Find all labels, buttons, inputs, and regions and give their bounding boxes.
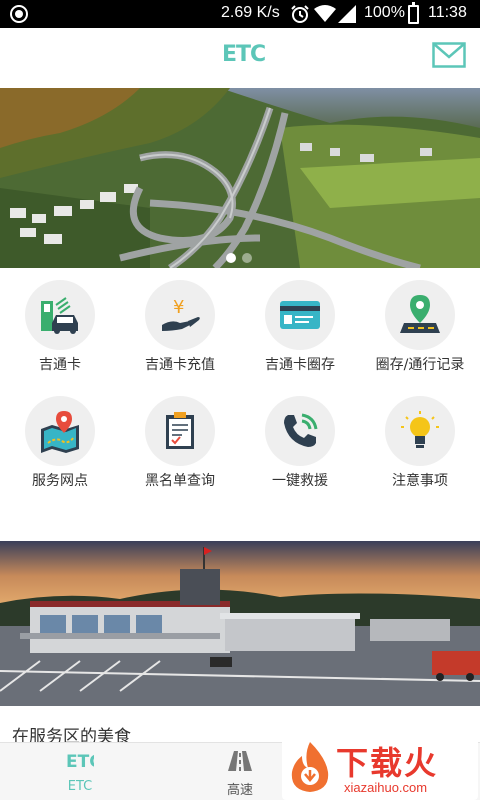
tile-icon-bg bbox=[265, 396, 335, 466]
clock: 11:38 bbox=[428, 4, 467, 21]
tile-label: 注意事项 bbox=[392, 473, 448, 489]
flame-logo-icon bbox=[291, 742, 329, 792]
banner-carousel[interactable] bbox=[0, 88, 480, 268]
map-pin-road-icon bbox=[400, 295, 440, 333]
mail-icon[interactable] bbox=[432, 42, 466, 68]
tile-service-outlets[interactable]: 服务网点 bbox=[0, 384, 120, 499]
watermark-url: xiazaihuo.com bbox=[344, 780, 428, 795]
tile-icon-bg bbox=[25, 396, 95, 466]
tile-label: 一键救援 bbox=[272, 473, 328, 489]
battery-percent: 100% bbox=[364, 4, 405, 21]
alarm-icon bbox=[291, 5, 309, 23]
yen-hand-icon: ¥ bbox=[162, 297, 200, 331]
tile-icon-bg: ¥ bbox=[145, 280, 215, 350]
watermark: 下载火 xiazaihuo.com bbox=[282, 734, 478, 800]
etc-tab-icon: ETC bbox=[66, 752, 94, 772]
highway-road-icon bbox=[228, 751, 252, 771]
tile-icon-bg bbox=[265, 280, 335, 350]
tile-jitong-card[interactable]: 吉通卡 bbox=[0, 268, 120, 383]
svg-text:ETC: ETC bbox=[66, 752, 94, 772]
phone-call-icon bbox=[284, 413, 318, 447]
etc-car-icon bbox=[41, 297, 78, 334]
tile-card-recharge[interactable]: ¥ 吉通卡充值 bbox=[120, 268, 240, 383]
tile-label: 吉通卡圈存 bbox=[265, 357, 335, 373]
carousel-indicator bbox=[226, 248, 258, 267]
highway-interchange-image bbox=[0, 88, 480, 268]
tile-one-click-rescue[interactable]: 一键救援 bbox=[240, 384, 360, 499]
watermark-text: 下载火 bbox=[336, 744, 439, 782]
tile-blacklist-query[interactable]: 黑名单查询 bbox=[120, 384, 240, 499]
tab-etc[interactable]: ETC ETC bbox=[20, 743, 140, 800]
tile-icon-bg bbox=[145, 396, 215, 466]
etc-logo: ETC bbox=[222, 42, 266, 67]
wifi-icon bbox=[314, 5, 336, 22]
lightbulb-icon bbox=[401, 411, 439, 448]
tile-label: 圈存/通行记录 bbox=[375, 357, 465, 373]
tile-icon-bg bbox=[385, 396, 455, 466]
carousel-dot[interactable] bbox=[242, 253, 252, 263]
tile-label: 吉通卡 bbox=[39, 357, 81, 373]
tile-notices[interactable]: 注意事项 bbox=[360, 384, 480, 499]
carousel-dot-active[interactable] bbox=[226, 253, 236, 263]
tile-card-load[interactable]: 吉通卡圈存 bbox=[240, 268, 360, 383]
battery-charging-icon bbox=[408, 2, 419, 24]
service-area-photo[interactable] bbox=[0, 541, 480, 706]
id-card-icon bbox=[280, 301, 320, 329]
tile-icon-bg bbox=[385, 280, 455, 350]
screen-record-icon bbox=[10, 5, 28, 23]
tile-label: 黑名单查询 bbox=[145, 473, 215, 489]
map-location-icon bbox=[41, 411, 79, 453]
clipboard-icon bbox=[166, 412, 194, 449]
tile-icon-bg bbox=[25, 280, 95, 350]
network-speed: 2.69 K/s bbox=[221, 4, 280, 21]
tile-label: 吉通卡充值 bbox=[145, 357, 215, 373]
function-grid: 吉通卡 ¥ 吉通卡充值 吉通卡圈存 圈存/通行记录 服务网点 黑名单查询 一键救… bbox=[0, 268, 480, 538]
app-header: ETC bbox=[0, 28, 480, 88]
signal-icon bbox=[338, 5, 356, 23]
tab-label: ETC bbox=[67, 779, 93, 794]
svg-text:¥: ¥ bbox=[173, 297, 184, 318]
service-area-image bbox=[0, 541, 480, 706]
status-bar: 2.69 K/s 100% 11:38 bbox=[0, 0, 480, 28]
tile-label: 服务网点 bbox=[32, 473, 88, 489]
tile-load-pass-records[interactable]: 圈存/通行记录 bbox=[360, 268, 480, 383]
